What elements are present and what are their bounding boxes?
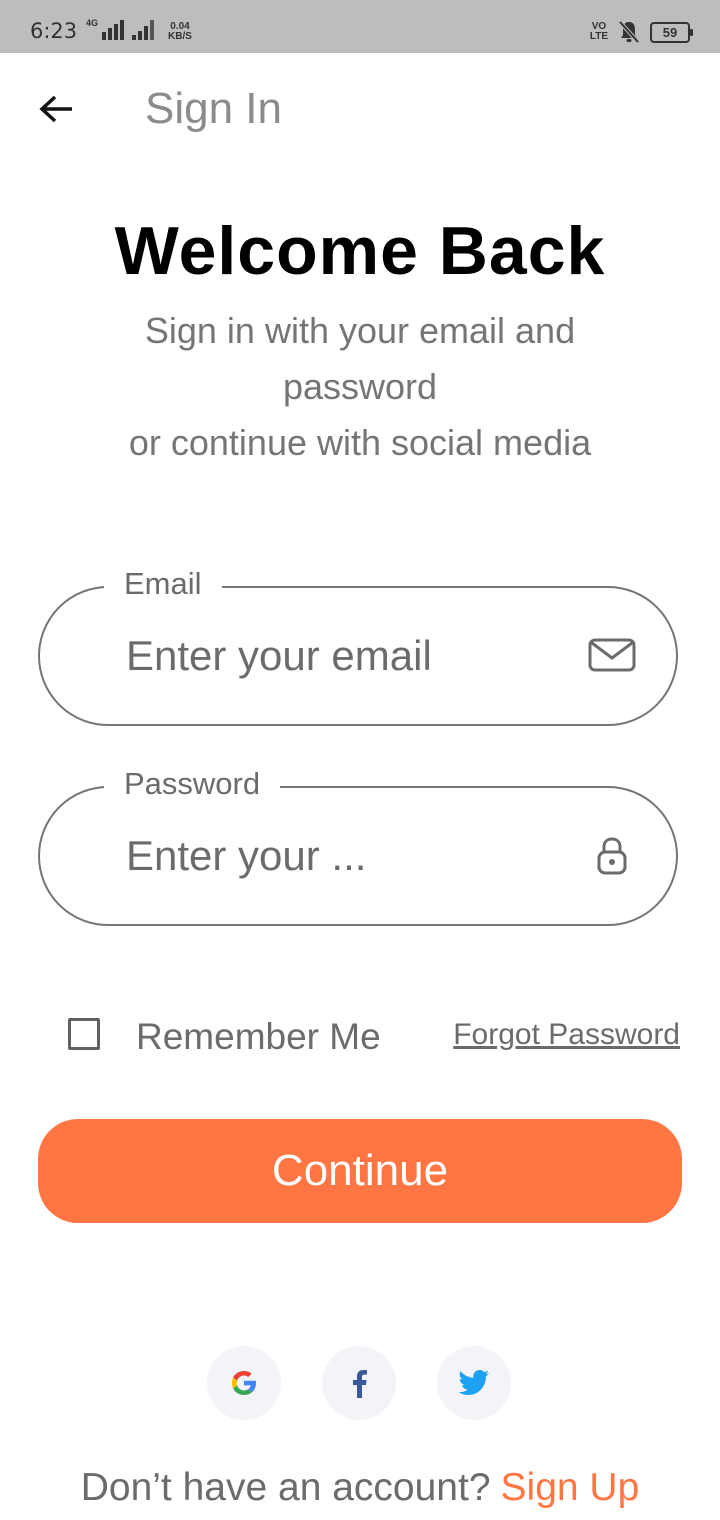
- bell-off-icon: [618, 20, 640, 44]
- email-input[interactable]: [124, 630, 568, 682]
- welcome-heading: Welcome Back: [114, 213, 606, 289]
- signup-link[interactable]: Sign Up: [501, 1466, 640, 1509]
- back-button[interactable]: [30, 86, 82, 132]
- arrow-left-icon: [39, 95, 72, 123]
- google-button[interactable]: [207, 1346, 281, 1420]
- signup-row: Don’t have an account? Sign Up: [0, 1466, 720, 1510]
- email-label: Email: [104, 566, 222, 602]
- email-field[interactable]: Email: [38, 566, 678, 726]
- signal-icon-2: [132, 20, 155, 40]
- status-time: 6:23: [30, 19, 78, 43]
- twitter-icon: [458, 1370, 489, 1395]
- signal-icon: [102, 20, 125, 40]
- facebook-button[interactable]: [322, 1346, 396, 1420]
- status-right: VO LTE 59: [589, 20, 693, 44]
- password-label: Password: [104, 766, 281, 802]
- welcome-subtitle: Sign in with your email and password or …: [60, 303, 660, 471]
- network-type: 4G: [86, 18, 99, 28]
- volte-icon: VO LTE: [589, 21, 608, 42]
- network-indicator: 4G 0.04 KB/S: [86, 18, 192, 42]
- subtitle-line-1: Sign in with your email and: [144, 310, 576, 351]
- continue-button[interactable]: Continue: [38, 1119, 682, 1223]
- status-bar: 6:23 4G 0.04 KB/S VO LTE 59: [0, 0, 720, 53]
- network-speed: 0.04 KB/S: [168, 21, 192, 42]
- google-icon: [232, 1371, 256, 1395]
- forgot-password-link[interactable]: Forgot Password: [453, 1018, 680, 1052]
- facebook-icon: [353, 1370, 367, 1398]
- signup-prompt: Don’t have an account?: [80, 1466, 491, 1509]
- mail-icon: [588, 638, 636, 672]
- remember-checkbox[interactable]: [68, 1018, 100, 1050]
- remember-label: Remember Me: [136, 1016, 381, 1057]
- subtitle-line-3: or continue with social media: [128, 422, 592, 463]
- password-input[interactable]: [124, 830, 568, 882]
- subtitle-line-2: password: [282, 366, 438, 407]
- remember-row: Remember Me Forgot Password: [66, 1010, 686, 1064]
- password-field[interactable]: Password: [38, 766, 678, 926]
- twitter-button[interactable]: [437, 1346, 511, 1420]
- lock-icon: [597, 837, 627, 875]
- social-login-row: [0, 1346, 720, 1420]
- battery-indicator: 59: [650, 21, 693, 43]
- page-title: Sign In: [145, 84, 282, 133]
